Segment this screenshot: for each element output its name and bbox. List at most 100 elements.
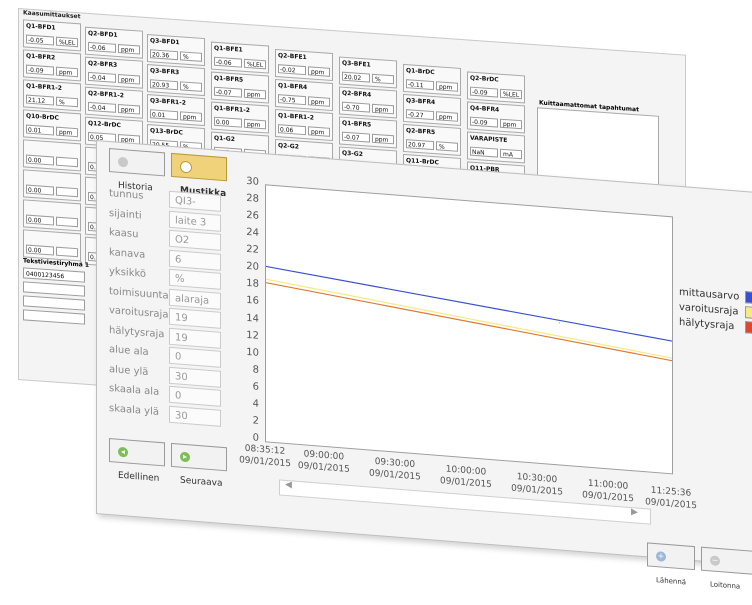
field-value[interactable]: O2 — [169, 229, 221, 251]
data-marker: · — [558, 318, 560, 327]
sms-group-entry[interactable] — [23, 309, 85, 325]
series-line-hälytysraja — [265, 282, 673, 362]
sensor-unit: %LEL — [56, 36, 78, 48]
sensor-value: -0.11 — [406, 79, 434, 91]
sensor-name: Q1-BFR1-2 — [278, 112, 314, 122]
sensor-tile[interactable]: Q3-BFE1 20.02% — [339, 56, 397, 89]
sensor-tile[interactable]: 0.00 — [23, 229, 81, 262]
sensor-unit: % — [56, 96, 78, 108]
sensor-name: Q4-BFR4 — [470, 104, 500, 114]
sensor-name: Q13-BrDC — [150, 127, 183, 137]
sms-group-entry[interactable] — [23, 295, 85, 311]
sensor-unit: ppm — [56, 126, 78, 138]
field-value[interactable]: 6 — [169, 249, 221, 271]
sensor-tile[interactable]: Q2-BFR4 -0.70 ppm — [339, 86, 397, 119]
sensor-tile[interactable]: 0.00 — [23, 139, 81, 172]
y-tick-label: 10 — [246, 346, 259, 359]
sms-group-entry[interactable] — [23, 281, 85, 297]
field-value[interactable]: QI3-BFE1 — [169, 190, 221, 225]
sensor-tile[interactable]: Q1-BFR2 -0.09 ppm — [23, 49, 81, 82]
field-value[interactable]: 19 — [169, 327, 221, 349]
sensor-unit: % — [180, 51, 202, 62]
sensor-value: -0.09 — [470, 86, 498, 98]
sensor-name: Q1-BFD1 — [26, 22, 56, 32]
field-value[interactable]: laite 3 krs — [169, 210, 221, 244]
sensor-name: Q1-BFR4 — [278, 82, 308, 92]
sensor-tile[interactable]: Q1-BrDC -0.11 ppm — [403, 63, 461, 96]
sensor-tile[interactable]: Q10-BrDC 0.01 ppm — [23, 109, 81, 142]
sensor-tile[interactable]: Q1-BFD1 -0.05 %LEL — [23, 19, 81, 52]
sensor-name: Q2-BFR1-2 — [88, 89, 124, 100]
field-label: kanava — [109, 246, 146, 261]
sensor-tile[interactable]: Q1-BFE1 -0.06 %LEL — [211, 41, 269, 74]
sensor-value: -0.06 — [214, 56, 242, 68]
field-label: alue ylä — [109, 363, 149, 378]
zoom-out-button[interactable]: − Loitonna — [701, 546, 752, 591]
minus-icon: − — [710, 555, 720, 567]
sensor-unit — [56, 186, 78, 198]
sensor-tile[interactable]: Q2-BrDC -0.09 %LEL — [467, 71, 525, 104]
measurements-button[interactable]: Mustikka — [171, 152, 227, 199]
field-label: skaala ylä — [109, 402, 159, 418]
panel-title: Kaasumittaukset — [23, 9, 81, 21]
sensor-tile[interactable]: Q1-BFR5 -0.07 ppm — [211, 71, 269, 104]
field-value[interactable]: 0 — [169, 346, 221, 368]
sensor-tile[interactable]: Q1-BFR4 -0.75 ppm — [275, 78, 333, 112]
sensor-tile[interactable]: Q2-BFR3 -0.04 ppm — [85, 56, 143, 89]
previous-button[interactable]: ◂ Edellinen — [109, 438, 165, 484]
scroll-left-icon[interactable]: ◀ — [285, 480, 292, 491]
sensor-tile[interactable]: Q1-BFR1-2 0.00 ppm — [211, 101, 269, 134]
sensor-unit: ppm — [308, 96, 330, 107]
sensor-tile[interactable]: Q2-BFD1 -0.06 ppm — [85, 26, 143, 59]
sensor-value: 0.00 — [26, 244, 54, 256]
sensor-value: -0.02 — [278, 64, 306, 76]
sensor-tile[interactable]: Q3-BFR1-2 0.01 ppm — [147, 94, 205, 127]
field-value[interactable]: alaraja — [169, 288, 221, 310]
sensor-unit: % — [436, 141, 458, 152]
sensor-tile[interactable]: Q2-BFR5 20.97% — [403, 123, 461, 156]
sensor-value: 0.01 — [26, 124, 54, 136]
sensor-value: -0.06 — [88, 41, 116, 53]
sensor-tile[interactable]: Q3-BFD1 20.36% — [147, 34, 205, 67]
zoom-in-button[interactable]: + Lähennä — [647, 542, 695, 586]
arrow-left-icon: ◂ — [118, 446, 128, 458]
next-button[interactable]: ▸ Seuraava — [171, 442, 227, 489]
sensor-name: Q3-G2 — [342, 149, 363, 159]
field-value[interactable]: 19 — [169, 307, 221, 329]
sensor-tile[interactable]: Q3-BFR4 -0.27 ppm — [403, 93, 461, 126]
scroll-right-icon[interactable]: ▶ — [631, 507, 638, 518]
sensor-tile[interactable]: 0.00 — [23, 199, 81, 232]
sensor-tile[interactable]: Q2-BFE1 -0.02 ppm — [275, 48, 333, 82]
sensor-value: 0.00 — [26, 154, 54, 166]
sensor-tile[interactable]: Q3-BFR3 20.93% — [147, 64, 205, 97]
sensor-tile[interactable]: VARAPISTE NaN mA — [467, 131, 525, 164]
sensor-unit: %LEL — [500, 88, 522, 100]
sensor-tile[interactable]: Q2-BFR1-2 -0.04 ppm — [85, 86, 143, 119]
sensor-value: 0.06 — [278, 124, 306, 136]
field-label: yksikkö — [109, 266, 147, 280]
sensor-value: -0.09 — [470, 116, 498, 128]
field-label: hälytysraja — [109, 324, 165, 340]
sensor-value: 20.97 — [406, 139, 434, 151]
sensor-unit: %LEL — [244, 58, 266, 70]
sensor-history-window: Historia Mustikka tunnus QI3-BFE1 sijainti… — [96, 140, 752, 591]
sensor-unit: ppm — [308, 126, 330, 137]
field-value[interactable]: 0 — [169, 385, 221, 407]
field-value[interactable]: % — [169, 268, 221, 290]
sensor-tile[interactable]: Q1-BFR1-2 0.06 ppm — [275, 108, 333, 142]
sensor-unit: ppm — [372, 103, 394, 115]
history-button[interactable]: Historia — [109, 148, 165, 193]
field-value[interactable]: 30 — [169, 405, 221, 427]
x-tick-label: 10:30:00 09/01/2015 — [502, 470, 572, 500]
sensor-tile[interactable]: 0.00 — [23, 169, 81, 202]
legend-label: hälytysraja — [679, 316, 735, 333]
sensor-tile[interactable]: Q1-BFR1-2 21.12% — [23, 79, 81, 112]
field-value[interactable]: 30 — [169, 366, 221, 388]
measurements-icon — [180, 160, 192, 174]
sms-group-entry[interactable]: 0400123456 — [23, 267, 85, 283]
arrow-right-icon: ▸ — [180, 451, 190, 462]
sensor-tile[interactable]: Q1-BFR5 -0.07 ppm — [339, 116, 397, 149]
x-tick-label: 09:30:00 09/01/2015 — [360, 455, 430, 485]
sensor-name: Q12-BrDC — [88, 119, 121, 130]
sensor-tile[interactable]: Q4-BFR4 -0.09 ppm — [467, 101, 525, 134]
